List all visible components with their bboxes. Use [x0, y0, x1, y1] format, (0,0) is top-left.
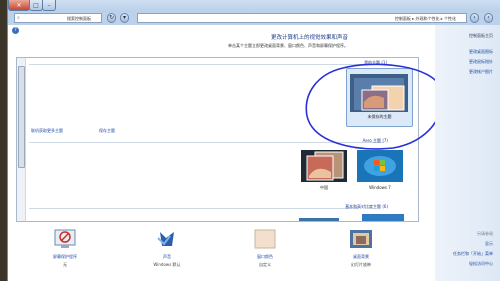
refresh-icon: ↻ — [108, 14, 115, 21]
sidebar-item-mouse-pointer[interactable]: 更改鼠标指针 — [469, 59, 493, 65]
scrollbar-thumb[interactable] — [18, 66, 25, 168]
search-input[interactable]: ⌕ 搜索控制面板 — [14, 13, 102, 23]
get-more-themes-link[interactable]: 联机获取更多主题 — [31, 128, 63, 134]
divider — [29, 208, 359, 209]
arrow-left-icon: ‹ — [487, 14, 490, 21]
windows7-theme-image — [357, 150, 403, 182]
back-button[interactable]: ‹ — [484, 13, 493, 23]
window-color-icon — [254, 229, 276, 249]
basic-themes-header: 基本和高对比度主题 (6) — [345, 204, 388, 209]
minimize-icon: – — [47, 1, 51, 9]
theme-tile-basic[interactable] — [362, 214, 404, 221]
theme-list: 我的主题 (1) 未保存的主题 保存主题 联机获取更多主题 Aero 主题 (7… — [16, 57, 419, 222]
theme-tile-windows7[interactable]: Windows 7 — [357, 150, 403, 190]
theme-preview-image — [350, 74, 408, 112]
desktop-background-label: 桌面背景 — [353, 254, 369, 259]
page-title: 更改计算机上的视觉效果和声音 — [270, 35, 348, 41]
sidebar-link-taskbar[interactable]: 任务栏和「开始」菜单 — [453, 251, 493, 257]
selected-theme-tile[interactable]: 未保存的主题 — [346, 68, 413, 127]
sidebar-item-desktop-icons[interactable]: 更改桌面图标 — [469, 49, 493, 55]
theme-label-windows7: Windows 7 — [369, 185, 391, 190]
sidebar-link-display[interactable]: 显示 — [485, 241, 493, 247]
close-button[interactable]: ✕ — [8, 0, 30, 11]
close-icon: ✕ — [16, 1, 22, 9]
control-panel-window: ✕ □ – ⌕ 搜索控制面板 ↻ ▾ 控制面板 ▸ 外观和个性化 ▸ 个性化 ›… — [7, 0, 500, 281]
sidebar: 控制面板主页 更改桌面图标 更改鼠标指针 更改帐户图片 另请参阅 显示 任务栏和… — [435, 25, 500, 281]
sidebar-item-account-picture[interactable]: 更改帐户图片 — [469, 69, 493, 75]
arrow-right-icon: › — [473, 14, 476, 21]
screensaver-icon — [54, 229, 76, 248]
divider — [29, 64, 369, 65]
save-theme-link[interactable]: 保存主题 — [99, 128, 115, 134]
theme-settings-bar: 桌面背景 幻灯片放映 窗口颜色 自定义 声音 Windows 默认 屏幕保护程序… — [22, 228, 432, 278]
desktop-background-value: 幻灯片放映 — [351, 262, 371, 267]
address-bar[interactable]: 控制面板 ▸ 外观和个性化 ▸ 个性化 — [137, 13, 467, 23]
theme-tile-basic-2[interactable] — [299, 218, 339, 221]
window-color-value: 自定义 — [259, 262, 271, 267]
sidebar-link-ease-of-access[interactable]: 轻松访问中心 — [469, 261, 493, 267]
refresh-button[interactable]: ↻ — [107, 13, 116, 23]
sound-option[interactable]: 声音 Windows 默认 — [132, 228, 202, 268]
screensaver-value: 无 — [63, 262, 67, 267]
selected-theme-label: 未保存的主题 — [367, 114, 392, 119]
theme-tile-china[interactable]: 中国 — [301, 150, 347, 190]
screensaver-label: 屏幕保护程序 — [53, 254, 77, 259]
divider — [29, 142, 384, 143]
minimize-button[interactable]: – — [42, 0, 56, 11]
window-color-option[interactable]: 窗口颜色 自定义 — [230, 228, 300, 268]
title-bar: ✕ □ – — [8, 0, 500, 12]
question-icon[interactable]: ? — [12, 27, 19, 34]
desktop-background-option[interactable]: 桌面背景 幻灯片放映 — [326, 228, 396, 268]
sound-value: Windows 默认 — [153, 262, 181, 267]
screensaver-option[interactable]: 屏幕保护程序 无 — [30, 228, 100, 268]
sound-icon — [157, 232, 174, 246]
theme-label-china: 中国 — [320, 185, 328, 190]
desktop-background-icon — [350, 230, 372, 248]
china-theme-image — [301, 150, 347, 182]
chevron-down-icon: ▾ — [122, 14, 126, 21]
sound-label: 声音 — [163, 254, 171, 259]
aero-themes-header: Aero 主题 (7) — [362, 138, 388, 143]
page-subtitle: 单击某个主题立即更改桌面背景、窗口颜色、声音和屏幕保护程序。 — [228, 43, 348, 48]
search-icon: ⌕ — [17, 15, 20, 21]
my-themes-header: 我的主题 (1) — [364, 60, 387, 65]
see-also-heading: 另请参阅 — [477, 231, 493, 236]
maximize-icon: □ — [33, 1, 39, 9]
sidebar-home-link[interactable]: 控制面板主页 — [469, 33, 493, 39]
search-placeholder: 搜索控制面板 — [67, 16, 91, 21]
breadcrumb: 控制面板 ▸ 外观和个性化 ▸ 个性化 — [394, 16, 456, 21]
maximize-button[interactable]: □ — [29, 0, 43, 11]
dropdown-button[interactable]: ▾ — [120, 13, 129, 23]
window-color-label: 窗口颜色 — [257, 254, 273, 259]
forward-button[interactable]: › — [470, 13, 479, 23]
theme-scrollbar[interactable] — [17, 58, 26, 221]
